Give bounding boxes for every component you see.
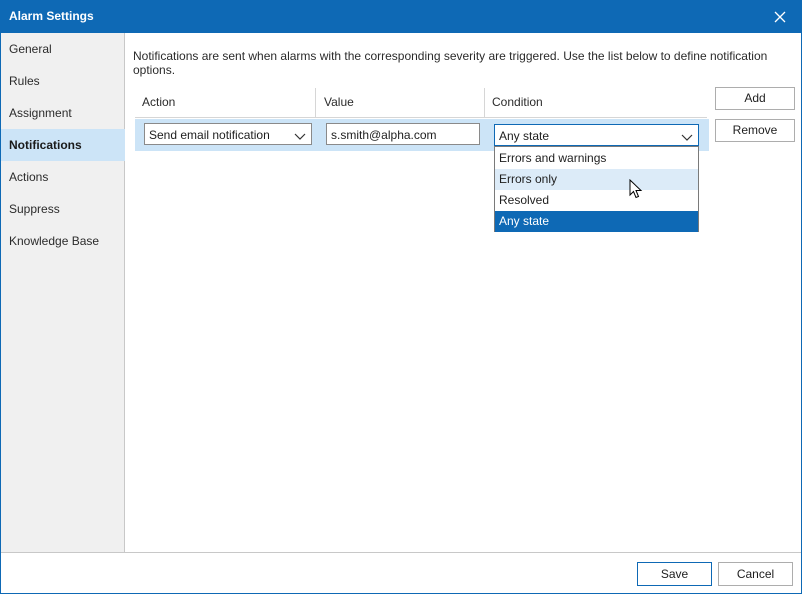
column-header-condition[interactable]: Condition — [485, 88, 543, 118]
condition-value: Any state — [499, 129, 550, 143]
dropdown-option-errors-only[interactable]: Errors only — [495, 169, 698, 190]
sidebar-item-notifications[interactable]: Notifications — [1, 129, 125, 161]
cancel-button[interactable]: Cancel — [718, 562, 793, 586]
action-value: Send email notification — [149, 128, 270, 142]
value-text: s.smith@alpha.com — [331, 128, 437, 142]
panel-description: Notifications are sent when alarms with … — [133, 49, 768, 77]
sidebar-item-general[interactable]: General — [1, 33, 125, 65]
sidebar-item-actions[interactable]: Actions — [1, 161, 125, 193]
column-separator[interactable] — [315, 88, 316, 118]
mouse-pointer-icon — [629, 178, 643, 202]
chevron-down-icon — [294, 130, 306, 144]
sidebar-item-rules[interactable]: Rules — [1, 65, 125, 97]
dropdown-option-errors-and-warnings[interactable]: Errors and warnings — [495, 148, 698, 169]
title-bar: Alarm Settings — [0, 0, 802, 33]
dropdown-option-any-state[interactable]: Any state — [495, 211, 698, 232]
notifications-panel: Notifications are sent when alarms with … — [125, 33, 801, 552]
sidebar-item-suppress[interactable]: Suppress — [1, 193, 125, 225]
dialog-footer: Save Cancel — [1, 552, 801, 593]
dropdown-option-resolved[interactable]: Resolved — [495, 190, 698, 211]
value-input[interactable]: s.smith@alpha.com — [326, 123, 480, 145]
close-icon[interactable] — [766, 6, 794, 28]
column-header-value[interactable]: Value — [317, 88, 354, 118]
remove-button[interactable]: Remove — [715, 119, 795, 142]
sidebar-item-assignment[interactable]: Assignment — [1, 97, 125, 129]
sidebar: General Rules Assignment Notifications A… — [1, 33, 125, 552]
grid-header: Action Value Condition — [135, 88, 707, 118]
sidebar-item-knowledge-base[interactable]: Knowledge Base — [1, 225, 125, 257]
chevron-down-icon[interactable] — [681, 131, 693, 145]
condition-dropdown-list: Errors and warnings Errors only Resolved… — [494, 146, 699, 232]
add-button[interactable]: Add — [715, 87, 795, 110]
condition-combobox[interactable]: Any state — [494, 124, 699, 146]
save-button[interactable]: Save — [637, 562, 712, 586]
action-combobox[interactable]: Send email notification — [144, 123, 312, 145]
window-title: Alarm Settings — [9, 9, 94, 23]
column-header-action[interactable]: Action — [135, 88, 175, 118]
